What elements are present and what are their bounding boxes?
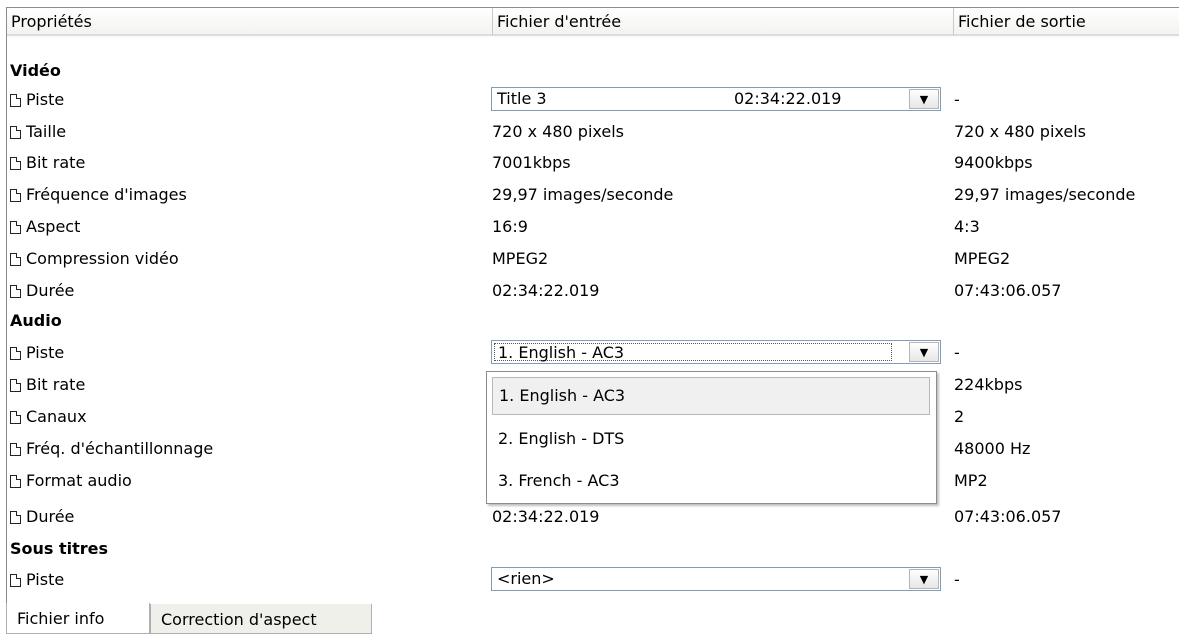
document-icon	[10, 221, 21, 234]
video-track-duration: 02:34:22.019	[734, 89, 842, 108]
property-label: Taille	[26, 122, 67, 141]
output-value: 48000 Hz	[954, 439, 1031, 458]
property-label: Bit rate	[26, 375, 86, 394]
output-value: -	[954, 90, 960, 109]
chevron-down-icon[interactable]: ▼	[909, 342, 939, 362]
property-label: Piste	[26, 90, 65, 109]
audio-track-value: 1. English - AC3	[494, 343, 892, 362]
table-row[interactable]: Piste Title 3 02:34:22.019 ▼ -	[6, 85, 1179, 114]
document-icon	[10, 253, 21, 266]
input-value: MPEG2	[492, 249, 549, 268]
input-value: 02:34:22.019	[492, 281, 600, 300]
table-row[interactable]: Taille 720 x 480 pixels 720 x 480 pixels	[6, 117, 1179, 146]
property-label: Durée	[26, 507, 75, 526]
property-label: Durée	[26, 281, 75, 300]
table-row[interactable]: Piste <rien> ▼ -	[6, 565, 1179, 594]
property-label: Piste	[26, 343, 65, 362]
property-label: Fréquence d'images	[26, 185, 187, 204]
table-row[interactable]: Fréquence d'images 29,97 images/seconde …	[6, 180, 1179, 209]
table-row[interactable]: Bit rate 7001kbps 9400kbps	[6, 148, 1179, 177]
table-row[interactable]: Durée 02:34:22.019 07:43:06.057	[6, 276, 1179, 305]
audio-track-select[interactable]: 1. English - AC3 ▼	[491, 340, 941, 364]
document-icon	[10, 347, 21, 360]
property-label: Aspect	[26, 217, 81, 236]
output-value: 224kbps	[954, 375, 1023, 394]
document-icon	[10, 94, 21, 107]
section-subtitles: Sous titres	[6, 534, 1179, 563]
document-icon	[10, 285, 21, 298]
output-value: MP2	[954, 471, 988, 490]
dropdown-option-english-ac3[interactable]: 1. English - AC3	[492, 377, 930, 415]
section-label-audio: Audio	[10, 311, 62, 330]
video-track-title: Title 3	[497, 89, 547, 108]
document-icon	[10, 379, 21, 392]
document-icon	[10, 475, 21, 488]
column-header-output-file[interactable]: Fichier de sortie	[954, 8, 1179, 36]
document-icon	[10, 574, 21, 587]
table-row[interactable]: Piste 1. English - AC3 ▼ -	[6, 338, 1179, 367]
table-header: Propriétés Fichier d'entrée Fichier de s…	[7, 8, 1179, 38]
subtitle-track-select[interactable]: <rien> ▼	[491, 567, 941, 591]
output-value: 07:43:06.057	[954, 507, 1062, 526]
chevron-down-icon[interactable]: ▼	[909, 89, 939, 109]
table-row[interactable]: Durée 02:34:22.019 07:43:06.057	[6, 502, 1179, 531]
section-video: Vidéo	[6, 56, 1179, 85]
bottom-tab-bar: Fichier info Correction d'aspect	[0, 603, 1179, 634]
input-value: 7001kbps	[492, 153, 571, 172]
property-label: Compression vidéo	[26, 249, 179, 268]
audio-track-dropdown-list: 1. English - AC3 2. English - DTS 3. Fre…	[486, 371, 937, 504]
dropdown-option-french-ac3[interactable]: 3. French - AC3	[492, 462, 930, 500]
column-header-properties[interactable]: Propriétés	[7, 8, 493, 36]
output-value: 4:3	[954, 217, 980, 236]
video-track-select[interactable]: Title 3 02:34:22.019 ▼	[491, 87, 941, 111]
document-icon	[10, 157, 21, 170]
input-value: 29,97 images/seconde	[492, 185, 674, 204]
output-value: 29,97 images/seconde	[954, 185, 1136, 204]
document-icon	[10, 511, 21, 524]
output-value: -	[954, 343, 960, 362]
property-label: Format audio	[26, 471, 132, 490]
document-icon	[10, 443, 21, 456]
output-value: -	[954, 570, 960, 589]
property-label: Piste	[26, 570, 65, 589]
subtitle-track-value: <rien>	[497, 569, 555, 588]
output-value: 07:43:06.057	[954, 281, 1062, 300]
input-value: 02:34:22.019	[492, 507, 600, 526]
output-value: 720 x 480 pixels	[954, 122, 1087, 141]
table-row[interactable]: Aspect 16:9 4:3	[6, 212, 1179, 241]
section-label-video: Vidéo	[10, 61, 61, 80]
chevron-down-icon[interactable]: ▼	[909, 569, 939, 589]
output-value: 2	[954, 407, 965, 426]
output-value: MPEG2	[954, 249, 1011, 268]
table-row[interactable]: Compression vidéo MPEG2 MPEG2	[6, 244, 1179, 273]
column-header-input-file[interactable]: Fichier d'entrée	[493, 8, 954, 36]
tab-aspect-correction[interactable]: Correction d'aspect	[150, 604, 372, 634]
input-value: 16:9	[492, 217, 528, 236]
document-icon	[10, 411, 21, 424]
input-value: 720 x 480 pixels	[492, 122, 625, 141]
document-icon	[10, 126, 21, 139]
document-icon	[10, 189, 21, 202]
tab-file-info[interactable]: Fichier info	[6, 603, 150, 634]
property-label: Bit rate	[26, 153, 86, 172]
section-label-subtitles: Sous titres	[10, 539, 109, 558]
property-label: Fréq. d'échantillonnage	[26, 439, 214, 458]
section-audio: Audio	[6, 306, 1179, 335]
property-label: Canaux	[26, 407, 87, 426]
dropdown-option-english-dts[interactable]: 2. English - DTS	[492, 420, 930, 458]
output-value: 9400kbps	[954, 153, 1033, 172]
